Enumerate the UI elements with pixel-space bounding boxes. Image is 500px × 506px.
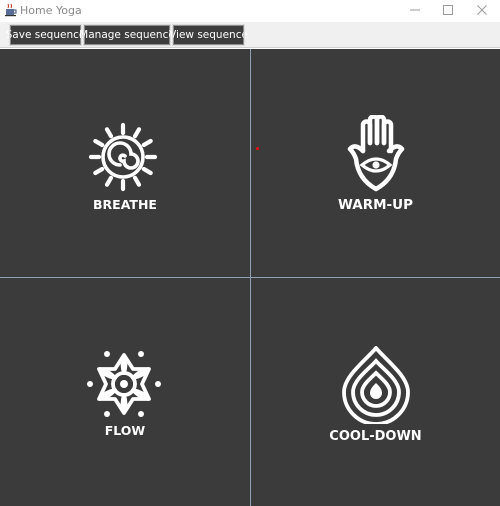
water-drop-icon: [342, 346, 410, 424]
tile-label-breathe: BREATHE: [93, 197, 157, 212]
manage-sequence-button[interactable]: Manage sequence: [79, 24, 175, 46]
cursor-dot: [256, 147, 259, 150]
sun-spiral-icon: [88, 122, 158, 192]
view-sequence-button[interactable]: View sequence: [169, 24, 248, 46]
mandala-flower-icon: [87, 351, 161, 417]
close-button[interactable]: [465, 0, 499, 20]
tile-breathe[interactable]: BREATHE: [0, 49, 250, 277]
minimize-button[interactable]: [398, 0, 432, 20]
tile-grid: BREATHE WARM-UP FLOW COOL-DOWN: [0, 49, 500, 506]
maximize-icon: [443, 5, 453, 15]
window-title: Home Yoga: [20, 4, 82, 17]
tile-cooldown[interactable]: COOL-DOWN: [251, 278, 500, 506]
close-icon: [477, 5, 487, 15]
save-sequence-button[interactable]: Save sequence: [6, 24, 85, 46]
maximize-button[interactable]: [431, 0, 465, 20]
title-bar: Home Yoga: [0, 0, 500, 22]
grid-divider-horizontal: [0, 277, 500, 278]
hamsa-hand-icon: [347, 115, 405, 192]
tile-flow[interactable]: FLOW: [0, 278, 250, 506]
tile-label-cooldown: COOL-DOWN: [329, 429, 422, 444]
toolbar: Save sequence Manage sequence View seque…: [0, 22, 500, 48]
java-cup-icon: [5, 3, 17, 17]
tile-label-flow: FLOW: [104, 423, 146, 438]
minimize-icon: [410, 9, 420, 11]
tile-warmup[interactable]: WARM-UP: [251, 49, 500, 277]
tile-label-warmup: WARM-UP: [337, 197, 414, 213]
